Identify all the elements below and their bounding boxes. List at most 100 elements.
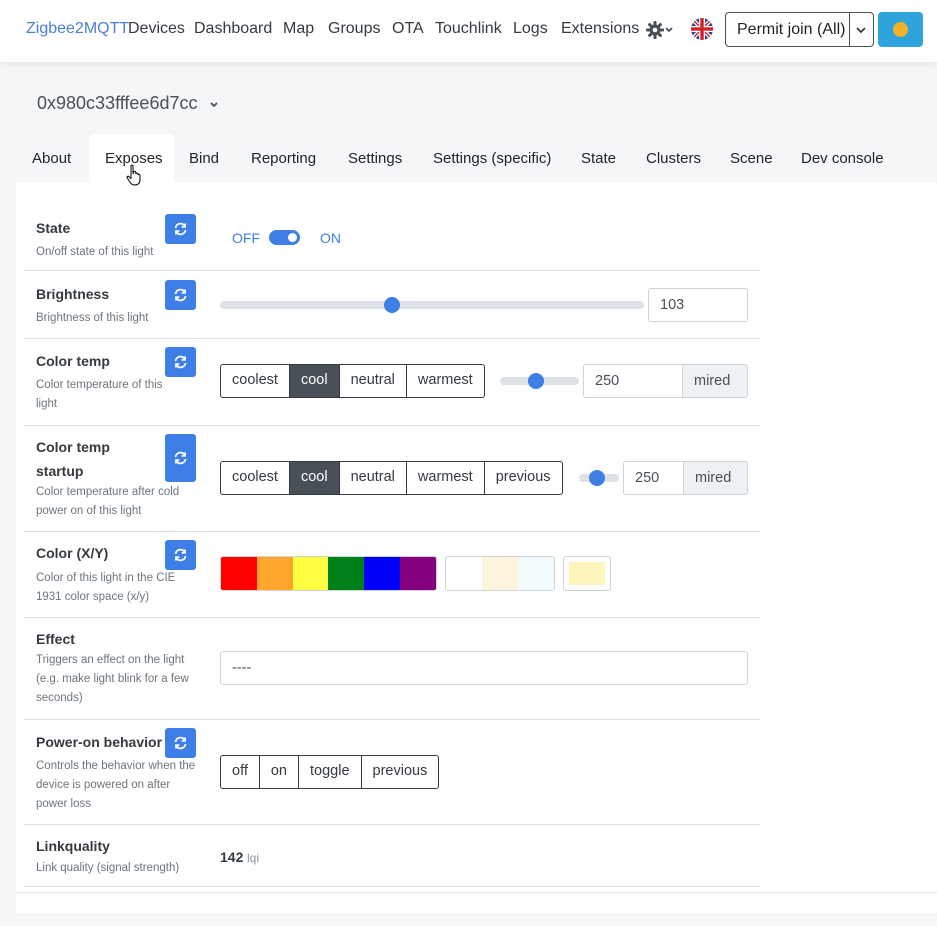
refresh-icon bbox=[174, 736, 187, 750]
linkquality-unit: lqi bbox=[247, 851, 260, 865]
refresh-button[interactable] bbox=[165, 540, 196, 570]
tab-settings-specific[interactable]: Settings (specific) bbox=[433, 150, 551, 167]
brightness-slider-thumb[interactable] bbox=[383, 297, 400, 313]
refresh-icon bbox=[174, 222, 187, 236]
settings-gear-icon[interactable] bbox=[645, 18, 675, 42]
nav-dashboard[interactable]: Dashboard bbox=[194, 20, 272, 38]
expose-description: Brightness of this light bbox=[36, 312, 149, 324]
tab-clusters[interactable]: Clusters bbox=[646, 150, 701, 167]
card-divider bbox=[16, 892, 937, 893]
color-temp-input[interactable]: 250 bbox=[583, 364, 683, 398]
color-temp-startup-presets: coolest cool neutral warmest previous bbox=[220, 461, 563, 495]
preset-coolest[interactable]: coolest bbox=[221, 462, 290, 494]
device-title[interactable]: 0x980c33fffee6d7cc bbox=[37, 93, 197, 114]
color-temp-startup-input[interactable]: 250 bbox=[623, 461, 684, 495]
current-color-swatch[interactable] bbox=[569, 562, 605, 585]
refresh-icon bbox=[174, 355, 187, 369]
current-color-picker[interactable] bbox=[563, 556, 611, 591]
color-temp-unit: mired bbox=[682, 364, 748, 398]
tab-state[interactable]: State bbox=[581, 150, 616, 167]
preset-warmest[interactable]: warmest bbox=[407, 462, 485, 494]
white-swatch-1[interactable] bbox=[482, 557, 518, 590]
white-swatch-0[interactable] bbox=[446, 557, 482, 590]
refresh-icon bbox=[174, 288, 187, 302]
tab-reporting[interactable]: Reporting bbox=[251, 150, 316, 167]
expose-row-linkquality: Linkquality Link quality (signal strengt… bbox=[24, 826, 760, 887]
color-swatch-2[interactable] bbox=[292, 557, 329, 590]
nav-map[interactable]: Map bbox=[283, 20, 314, 38]
navbar: Zigbee2MQTT Devices Dashboard Map Groups… bbox=[0, 0, 937, 62]
preset-previous[interactable]: previous bbox=[485, 462, 562, 494]
refresh-button[interactable] bbox=[165, 214, 196, 244]
brightness-slider[interactable] bbox=[220, 301, 644, 309]
option-off[interactable]: off bbox=[221, 756, 260, 788]
refresh-button[interactable] bbox=[165, 347, 196, 377]
color-palette bbox=[220, 556, 437, 591]
color-temp-startup-unit: mired bbox=[683, 461, 748, 495]
preset-warmest[interactable]: warmest bbox=[407, 365, 484, 397]
tab-about[interactable]: About bbox=[32, 150, 71, 167]
expose-title: Brightness bbox=[36, 286, 110, 302]
refresh-button[interactable] bbox=[165, 434, 196, 482]
option-on[interactable]: on bbox=[260, 756, 299, 788]
expose-row-color-temp: Color temp Color temperature of this lig… bbox=[24, 340, 760, 426]
tab-dev-console[interactable]: Dev console bbox=[801, 150, 884, 167]
chevron-down-icon[interactable] bbox=[853, 22, 869, 38]
permit-join-divider bbox=[849, 13, 850, 46]
nav-extensions[interactable]: Extensions bbox=[561, 20, 639, 38]
expose-row-brightness: Brightness Brightness of this light 103 bbox=[24, 272, 760, 339]
brand-link[interactable]: Zigbee2MQTT bbox=[26, 20, 129, 38]
uk-flag-icon[interactable] bbox=[691, 18, 713, 40]
expose-description: Color of this light in the CIE 1931 colo… bbox=[36, 572, 176, 603]
color-swatch-1[interactable] bbox=[256, 557, 293, 590]
nav-devices[interactable]: Devices bbox=[128, 20, 185, 38]
refresh-icon bbox=[174, 451, 187, 465]
chevron-down-icon[interactable] bbox=[208, 98, 220, 110]
expose-row-color-temp-startup: Color temp startup Color temperature aft… bbox=[24, 427, 760, 532]
expose-title: Effect bbox=[36, 631, 75, 647]
nav-groups[interactable]: Groups bbox=[328, 20, 380, 38]
user-avatar-button[interactable] bbox=[878, 12, 923, 47]
expose-row-power-on-behavior: Power-on behavior Controls the behavior … bbox=[24, 721, 760, 825]
tab-bind[interactable]: Bind bbox=[189, 150, 219, 167]
state-toggle[interactable] bbox=[269, 230, 300, 245]
preset-coolest[interactable]: coolest bbox=[221, 365, 290, 397]
avatar-icon bbox=[893, 22, 908, 37]
color-temp-startup-slider-thumb[interactable] bbox=[589, 470, 606, 486]
option-toggle[interactable]: toggle bbox=[299, 756, 362, 788]
brightness-input[interactable]: 103 bbox=[648, 288, 748, 322]
preset-neutral[interactable]: neutral bbox=[340, 365, 407, 397]
preset-cool[interactable]: cool bbox=[289, 462, 340, 494]
state-on-label[interactable]: ON bbox=[320, 230, 341, 246]
nav-touchlink[interactable]: Touchlink bbox=[435, 20, 502, 38]
effect-select[interactable]: ---- bbox=[220, 651, 748, 685]
expose-description: On/off state of this light bbox=[36, 246, 154, 258]
permit-join-button[interactable]: Permit join (All) bbox=[725, 12, 874, 47]
color-swatch-0[interactable] bbox=[221, 557, 257, 590]
toggle-knob bbox=[288, 233, 297, 242]
color-swatch-5[interactable] bbox=[400, 557, 436, 590]
color-swatch-3[interactable] bbox=[328, 557, 365, 590]
tab-settings[interactable]: Settings bbox=[348, 150, 402, 167]
expose-row-effect: Effect Triggers an effect on the light (… bbox=[24, 619, 760, 720]
preset-neutral[interactable]: neutral bbox=[340, 462, 407, 494]
refresh-button[interactable] bbox=[165, 728, 196, 758]
nav-logs[interactable]: Logs bbox=[513, 20, 548, 38]
color-swatch-4[interactable] bbox=[364, 557, 401, 590]
state-off-label[interactable]: OFF bbox=[232, 230, 260, 246]
white-swatch-2[interactable] bbox=[518, 557, 554, 590]
refresh-button[interactable] bbox=[165, 280, 196, 310]
expose-title: Color temp bbox=[36, 353, 110, 369]
nav-ota[interactable]: OTA bbox=[392, 20, 424, 38]
expose-title: Linkquality bbox=[36, 838, 110, 854]
white-palette bbox=[445, 556, 555, 591]
option-previous[interactable]: previous bbox=[362, 756, 439, 788]
expose-row-color-xy: Color (X/Y) Color of this light in the C… bbox=[24, 533, 760, 618]
expose-description: Link quality (signal strength) bbox=[36, 862, 180, 874]
power-on-behavior-options: off on toggle previous bbox=[220, 755, 440, 789]
tab-scene[interactable]: Scene bbox=[730, 150, 773, 167]
expose-description: Color temperature after cold power on of… bbox=[36, 486, 180, 517]
color-temp-slider-thumb[interactable] bbox=[528, 373, 545, 389]
color-temp-presets: coolest cool neutral warmest bbox=[220, 364, 485, 398]
preset-cool[interactable]: cool bbox=[289, 365, 340, 397]
